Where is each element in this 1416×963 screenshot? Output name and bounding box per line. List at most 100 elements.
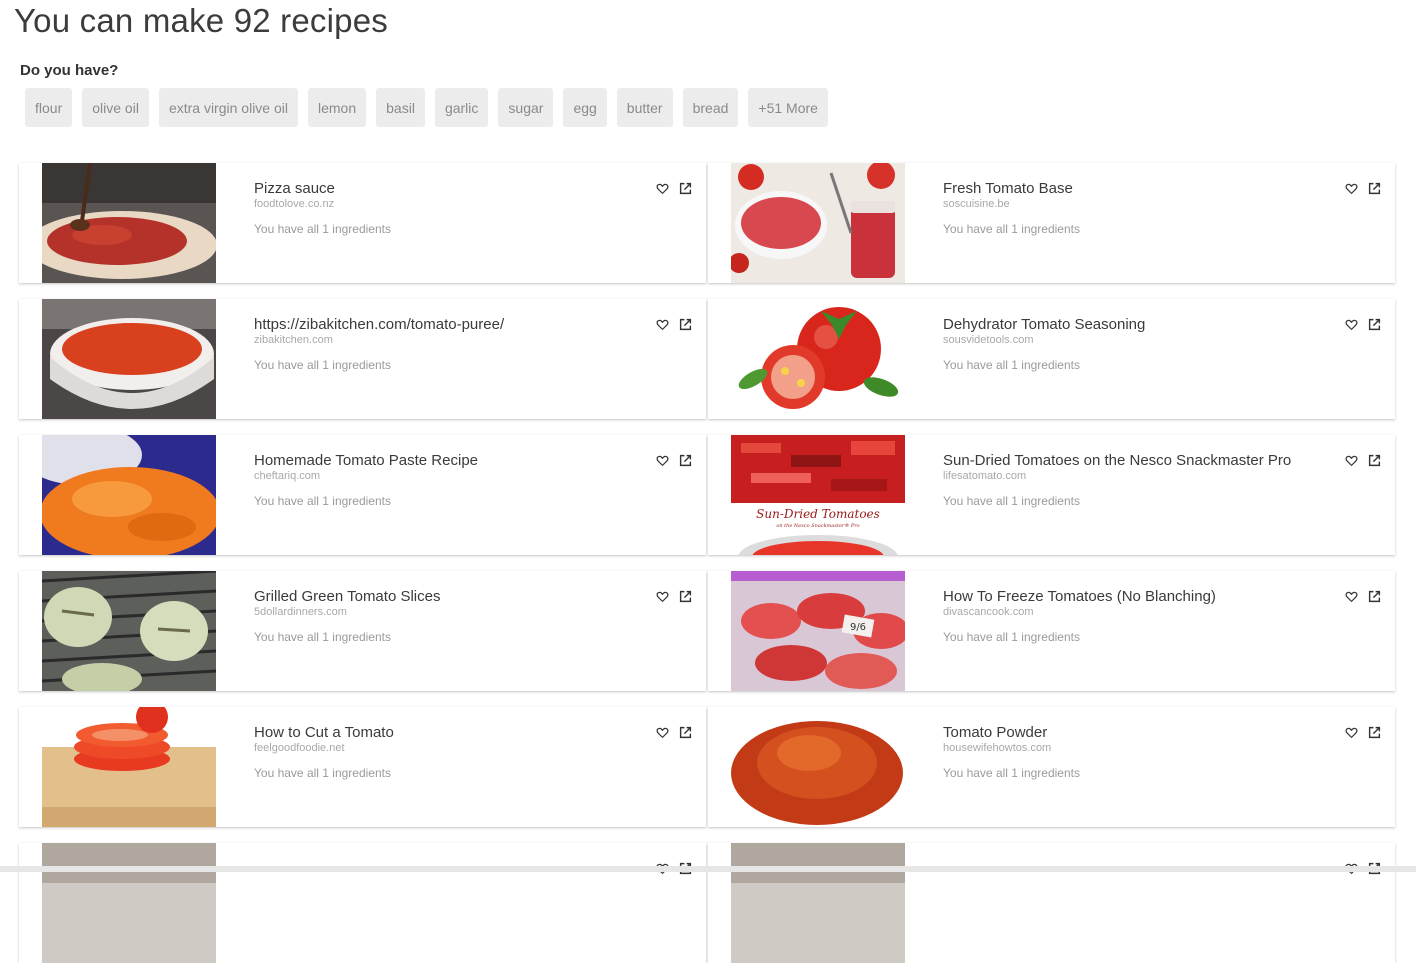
chip-extra-virgin-olive-oil[interactable]: extra virgin olive oil xyxy=(158,88,298,127)
recipe-actions xyxy=(1345,454,1381,467)
svg-text:9/6: 9/6 xyxy=(850,622,866,633)
chip-bread[interactable]: bread xyxy=(682,88,739,127)
recipe-title[interactable]: Pizza sauce xyxy=(254,180,626,198)
recipe-title[interactable]: How to Cut a Tomato xyxy=(254,724,626,742)
recipe-card[interactable]: https://zibakitchen.com/tomato-puree/ zi… xyxy=(19,299,706,419)
recipe-thumbnail-icon xyxy=(42,571,216,691)
recipe-actions xyxy=(656,454,692,467)
recipe-image[interactable] xyxy=(731,843,905,963)
recipe-title[interactable]: Tomato Powder xyxy=(943,724,1315,742)
recipe-card[interactable]: Tomato Powder housewifehowtos.com You ha… xyxy=(708,707,1395,827)
recipe-card[interactable]: Sun-Dried Tomatoes on the Nesco Snackmast… xyxy=(708,435,1395,555)
recipe-thumbnail-icon xyxy=(42,299,216,419)
recipe-image[interactable]: Sun-Dried Tomatoes on the Nesco Snackmast… xyxy=(731,435,905,555)
external-link-icon[interactable] xyxy=(1368,454,1381,467)
external-link-icon[interactable] xyxy=(679,182,692,195)
chip-egg[interactable]: egg xyxy=(563,88,607,127)
recipe-card[interactable]: 9/6 How To Freeze Tomatoes (No Blanching… xyxy=(708,571,1395,691)
recipe-title[interactable]: Fresh Tomato Base xyxy=(943,180,1315,198)
external-link-icon[interactable] xyxy=(1368,726,1381,739)
svg-text:on the Nesco Snackmaster® Pro: on the Nesco Snackmaster® Pro xyxy=(776,522,859,529)
ingredients-status: You have all 1 ingredients xyxy=(254,222,391,236)
recipe-actions xyxy=(1345,182,1381,195)
recipe-title[interactable]: Homemade Tomato Paste Recipe xyxy=(254,452,626,470)
ingredients-status: You have all 1 ingredients xyxy=(254,358,391,372)
recipe-title[interactable]: https://zibakitchen.com/tomato-puree/ xyxy=(254,316,626,334)
heart-icon[interactable] xyxy=(1345,590,1358,603)
recipe-image[interactable] xyxy=(731,707,905,827)
chip-sugar[interactable]: sugar xyxy=(498,88,554,127)
heart-icon[interactable] xyxy=(656,454,669,467)
recipe-thumbnail-icon xyxy=(731,707,905,827)
more-ingredients-button[interactable]: +51 More xyxy=(748,88,828,127)
chip-basil[interactable]: basil xyxy=(376,88,425,127)
recipe-info: Homemade Tomato Paste Recipe cheftariq.c… xyxy=(254,452,626,508)
recipe-image[interactable] xyxy=(731,163,905,283)
chip-olive-oil[interactable]: olive oil xyxy=(82,88,149,127)
recipe-source: 5dollardinners.com xyxy=(254,606,347,618)
heart-icon[interactable] xyxy=(656,182,669,195)
recipe-title[interactable]: Dehydrator Tomato Seasoning xyxy=(943,316,1315,334)
chip-butter[interactable]: butter xyxy=(616,88,673,127)
recipe-card[interactable]: Homemade Tomato Paste Recipe cheftariq.c… xyxy=(19,435,706,555)
ingredients-status: You have all 1 ingredients xyxy=(943,766,1080,780)
external-link-icon[interactable] xyxy=(1368,182,1381,195)
recipe-info: Pizza sauce foodtolove.co.nz You have al… xyxy=(254,180,626,236)
recipe-image[interactable] xyxy=(42,435,216,555)
recipe-image[interactable] xyxy=(42,571,216,691)
recipe-title[interactable]: Grilled Green Tomato Slices xyxy=(254,588,626,606)
ingredients-status: You have all 1 ingredients xyxy=(943,222,1080,236)
ingredient-chips: flour olive oil extra virgin olive oil l… xyxy=(25,88,828,127)
recipe-title[interactable]: How To Freeze Tomatoes (No Blanching) xyxy=(943,588,1315,606)
recipe-image[interactable]: 9/6 xyxy=(731,571,905,691)
external-link-icon[interactable] xyxy=(679,590,692,603)
recipe-title[interactable]: Sun-Dried Tomatoes on the Nesco Snackmas… xyxy=(943,452,1315,470)
heart-icon[interactable] xyxy=(1345,726,1358,739)
ingredients-status: You have all 1 ingredients xyxy=(254,630,391,644)
heart-icon[interactable] xyxy=(1345,182,1358,195)
heart-icon[interactable] xyxy=(656,318,669,331)
ingredients-status: You have all 1 ingredients xyxy=(943,630,1080,644)
recipe-thumbnail-icon xyxy=(42,163,216,283)
recipe-image[interactable] xyxy=(42,163,216,283)
recipe-source: zibakitchen.com xyxy=(254,334,333,346)
recipe-thumbnail-icon xyxy=(42,707,216,827)
recipe-card[interactable]: Dehydrator Tomato Seasoning sousvidetool… xyxy=(708,299,1395,419)
heart-icon[interactable] xyxy=(656,726,669,739)
heart-icon[interactable] xyxy=(1345,454,1358,467)
recipe-info: Sun-Dried Tomatoes on the Nesco Snackmas… xyxy=(943,452,1315,508)
recipe-card[interactable]: How to Cut a Tomato feelgoodfoodie.net Y… xyxy=(19,707,706,827)
external-link-icon[interactable] xyxy=(679,454,692,467)
chip-flour[interactable]: flour xyxy=(25,88,73,127)
recipe-card[interactable] xyxy=(708,843,1395,963)
external-link-icon[interactable] xyxy=(679,726,692,739)
external-link-icon[interactable] xyxy=(1368,318,1381,331)
recipe-info: How To Freeze Tomatoes (No Blanching) di… xyxy=(943,588,1315,644)
recipe-thumbnail-icon xyxy=(42,435,216,555)
external-link-icon[interactable] xyxy=(679,318,692,331)
recipe-image[interactable] xyxy=(42,299,216,419)
recipe-image[interactable] xyxy=(42,707,216,827)
recipe-card[interactable] xyxy=(19,843,706,963)
ingredients-status: You have all 1 ingredients xyxy=(943,358,1080,372)
heart-icon[interactable] xyxy=(656,590,669,603)
recipe-info: Grilled Green Tomato Slices 5dollardinne… xyxy=(254,588,626,644)
do-you-have-heading: Do you have? xyxy=(20,62,119,79)
external-link-icon[interactable] xyxy=(1368,590,1381,603)
recipe-actions xyxy=(1345,590,1381,603)
heart-icon[interactable] xyxy=(1345,318,1358,331)
horizontal-scrollbar[interactable] xyxy=(0,866,1416,872)
recipe-card[interactable]: Pizza sauce foodtolove.co.nz You have al… xyxy=(19,163,706,283)
chip-garlic[interactable]: garlic xyxy=(434,88,489,127)
recipe-thumbnail-icon xyxy=(42,843,216,963)
recipe-card[interactable]: Fresh Tomato Base soscuisine.be You have… xyxy=(708,163,1395,283)
recipe-thumbnail-icon: 9/6 xyxy=(731,571,905,691)
recipe-image[interactable] xyxy=(42,843,216,963)
recipe-thumbnail-icon xyxy=(731,843,905,963)
recipe-card[interactable]: Grilled Green Tomato Slices 5dollardinne… xyxy=(19,571,706,691)
recipe-source: sousvidetools.com xyxy=(943,334,1034,346)
recipe-image[interactable] xyxy=(731,299,905,419)
recipe-actions xyxy=(1345,318,1381,331)
recipe-thumbnail-icon xyxy=(731,299,905,419)
chip-lemon[interactable]: lemon xyxy=(308,88,367,127)
